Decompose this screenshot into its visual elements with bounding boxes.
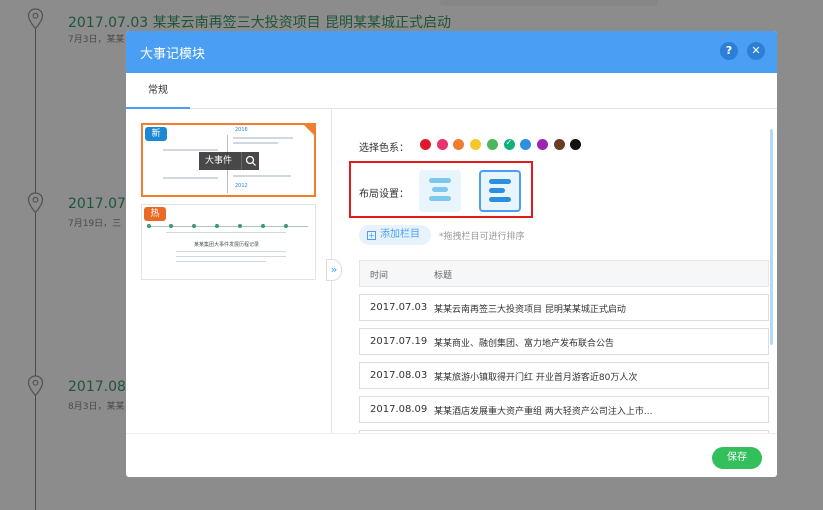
search-icon[interactable]: [241, 152, 259, 170]
mini-year: 2012: [235, 183, 248, 189]
tab-general[interactable]: 常规: [126, 73, 190, 109]
color-swatch[interactable]: [436, 139, 448, 150]
template-hover-overlay[interactable]: 大事件: [199, 152, 259, 170]
row-date: 2017.07.03: [370, 302, 428, 313]
add-column-label: 添加栏目: [380, 229, 420, 240]
dialog-header: 大事记模块 ? ✕: [126, 31, 777, 73]
table-row[interactable]: 2017.07.03 某某云南再签三大投资项目 昆明某某城正式启动: [359, 294, 769, 321]
mini-line: [233, 142, 278, 144]
row-title: 某某旅游小镇取得开门红 开业首月游客近80万人次: [434, 373, 638, 383]
color-swatch[interactable]: [486, 139, 498, 150]
template-card-selected[interactable]: 新 2016 2012 大事件: [141, 123, 316, 197]
overlay-label: 大事件: [205, 156, 233, 166]
dialog-title: 大事记模块: [140, 47, 206, 62]
mini-dot: [261, 224, 265, 228]
mini-dot: [284, 224, 288, 228]
hot-badge: 热: [144, 207, 166, 221]
help-button[interactable]: ?: [720, 42, 738, 60]
mini-dot: [215, 224, 219, 228]
table-row[interactable]: 2017.07.19 某某商业、融创集团、富力地产发布联合公告: [359, 328, 769, 355]
close-button[interactable]: ✕: [747, 42, 765, 60]
color-swatch[interactable]: [470, 139, 482, 150]
row-date: 2017.07.19: [370, 336, 428, 347]
table-row[interactable]: 2017.08.09 某某酒店发展重大资产重组 两大轻资产公司注入上市...: [359, 396, 769, 423]
new-badge: 新: [145, 127, 167, 141]
color-swatch[interactable]: [420, 139, 431, 150]
selected-corner-icon: [302, 123, 316, 137]
mini-line: [163, 177, 218, 179]
color-swatch[interactable]: [503, 138, 515, 150]
settings-panel: 选择色系： 布局设置： + 添加栏目 *拖拽栏目可进行排序 时间 标题 2017.…: [333, 109, 777, 433]
color-swatch[interactable]: [520, 139, 532, 150]
save-button[interactable]: 保存: [712, 447, 762, 469]
row-title: 某某酒店发展重大资产重组 两大轻资产公司注入上市...: [434, 407, 653, 417]
row-date: 2017.08.09: [370, 404, 428, 415]
mini-dot: [238, 224, 242, 228]
layout-bar: [432, 187, 448, 192]
timeline-module-dialog: 大事记模块 ? ✕ 常规 新 2016 2012 大事件 热 某某集团大事件发展…: [126, 31, 777, 477]
tab-bar: 常规: [126, 73, 777, 109]
mini-line: [233, 175, 291, 177]
layout-option-2-selected[interactable]: [479, 170, 521, 212]
color-swatch[interactable]: [453, 139, 465, 150]
header-time: 时间: [370, 271, 389, 281]
header-title: 标题: [434, 271, 453, 281]
row-date: 2017.08.03: [370, 370, 428, 381]
template-card[interactable]: 热 某某集团大事件发展历程记录: [141, 204, 316, 280]
color-swatch[interactable]: [553, 139, 565, 150]
mini-line: [176, 261, 266, 262]
mini-caption: 某某集团大事件发展历程记录: [194, 242, 260, 248]
mini-dot: [192, 224, 196, 228]
mini-dot: [169, 224, 173, 228]
row-title: 某某商业、融创集团、富力地产发布联合公告: [434, 339, 615, 349]
mini-line: [176, 251, 286, 252]
layout-bar: [489, 188, 505, 193]
color-swatch[interactable]: [536, 139, 548, 150]
plus-icon: +: [367, 231, 376, 240]
layout-bar: [489, 179, 511, 184]
add-column-button[interactable]: + 添加栏目: [359, 225, 431, 245]
layout-bar: [429, 196, 451, 201]
mini-line: [233, 137, 293, 139]
mini-dot: [147, 224, 151, 228]
mini-year: 2016: [235, 127, 248, 133]
scrollbar[interactable]: [770, 129, 773, 345]
dialog-footer: 保存: [126, 433, 777, 477]
layout-label: 布局设置：: [359, 189, 409, 200]
color-swatch[interactable]: [570, 139, 582, 150]
row-title: 某某云南再签三大投资项目 昆明某某城正式启动: [434, 305, 626, 315]
template-panel: 新 2016 2012 大事件 热 某某集团大事件发展历程记录: [126, 109, 332, 433]
mini-line: [163, 149, 218, 151]
mini-line: [166, 232, 286, 233]
color-label: 选择色系：: [359, 143, 409, 154]
table-row[interactable]: 2017.08.03 某某旅游小镇取得开门红 开业首月游客近80万人次: [359, 362, 769, 389]
layout-option-1[interactable]: [419, 170, 461, 212]
layout-bar: [489, 197, 511, 202]
table-header: 时间 标题: [359, 260, 769, 287]
layout-bar: [429, 178, 451, 183]
drag-hint: *拖拽栏目可进行排序: [439, 232, 525, 242]
mini-line: [176, 256, 286, 257]
